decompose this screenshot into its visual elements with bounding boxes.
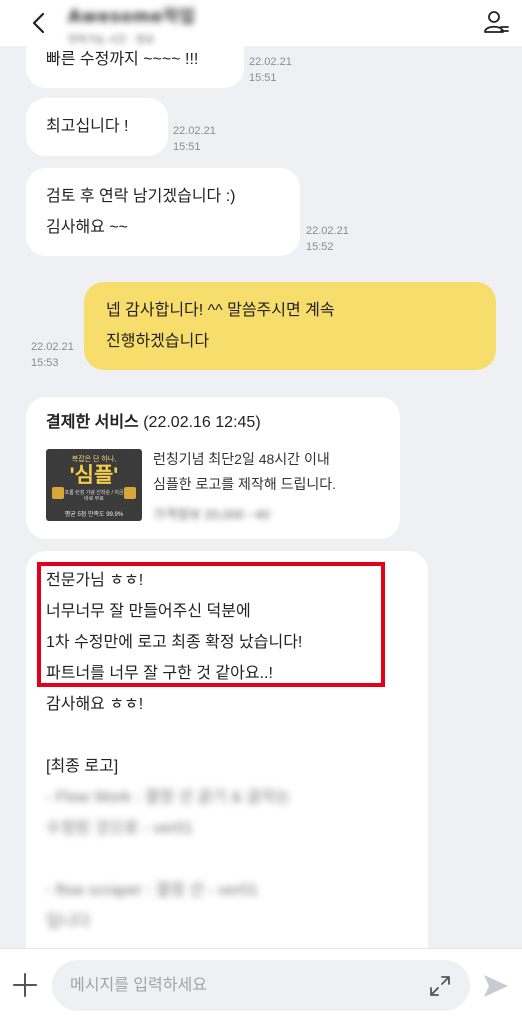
service-description-line: 런칭기념 최단2일 48시간 이내: [153, 451, 330, 467]
message-input[interactable]: [70, 960, 410, 1011]
send-button[interactable]: [481, 971, 511, 1001]
message-date: 22.02.21: [306, 225, 349, 237]
message-text-blurred: - Flow Work : 결정 선 굵기 & 글자는: [46, 789, 291, 806]
message-text: 넵 감사합니다! ^^ 말씀주시면 계속: [106, 302, 335, 319]
message-bubble-received: 최고십니다 !: [26, 98, 168, 156]
message-time: 22.02.21 15:51: [249, 54, 292, 86]
message-time: 22.02.21 15:51: [173, 123, 216, 155]
message-text: [46, 844, 408, 875]
message-text: 김사해요 ~~: [46, 219, 129, 236]
gift-icon: [52, 487, 64, 499]
thumbnail-title: '심플': [69, 464, 119, 487]
message-composer: [0, 948, 522, 1024]
service-card-date: (22.02.16 12:45): [143, 414, 261, 431]
service-description-line: 심플한 로고를 제작해 드립니다.: [153, 476, 336, 492]
service-card[interactable]: 결제한 서비스 (22.02.16 12:45) 복잡은 단 하나, '심플' …: [26, 397, 400, 539]
chevron-left-icon: [32, 12, 45, 34]
message-text-blurred: 입니다: [46, 913, 91, 930]
message-text-blurred: - flow scraper : 결정 선 - ver01: [46, 882, 259, 899]
message-text: [최종 로고]: [46, 758, 119, 775]
plus-icon: [13, 973, 37, 997]
service-price: 가격정보 20,000 ~40: [153, 507, 270, 522]
message-time: 22.02.21 15:52: [306, 223, 349, 255]
message-text: [46, 720, 408, 751]
message-text-blurred: 수정된 것으로 - ver01: [46, 820, 194, 837]
profile-menu-button[interactable]: [480, 6, 512, 38]
chat-header: Awesome작업 연락가능 시간 · 정보: [0, 0, 522, 46]
message-time: 22.02.21 15:53: [31, 339, 74, 371]
service-thumbnail[interactable]: 복잡은 단 하나, '심플' 프롬 런칭 기념 선착순 / 지금 바로 무료 평…: [46, 449, 142, 521]
message-date: 22.02.21: [249, 56, 292, 68]
send-icon: [484, 975, 508, 997]
message-bubble-sent: 넵 감사합니다! ^^ 말씀주시면 계속 진행하겠습니다: [84, 282, 496, 370]
service-description: 런칭기념 최단2일 48시간 이내 심플한 로고를 제작해 드립니다.: [153, 447, 336, 497]
message-clock: 15:53: [31, 357, 59, 369]
message-text: 진행하겠습니다: [106, 333, 210, 350]
chat-partner-info: Awesome작업 연락가능 시간 · 정보: [68, 2, 195, 46]
message-clock: 15:51: [249, 72, 277, 84]
expand-input-button[interactable]: [428, 974, 452, 998]
service-card-title: 결제한 서비스: [46, 414, 139, 431]
service-card-header: 결제한 서비스 (22.02.16 12:45): [46, 407, 380, 438]
thumbnail-mid-text: 프롬 런칭 기념 선착순 / 지금 바로 무료: [64, 490, 124, 502]
message-bubble-received: 빠른 수정까지 ~~~~ !!!: [26, 46, 244, 88]
chat-partner-name: Awesome작업: [68, 7, 196, 27]
thumbnail-rating-text: 평균 5점 만족도 99.9%: [64, 512, 124, 518]
attach-button[interactable]: [11, 971, 39, 999]
gift-icon: [124, 487, 136, 499]
expand-icon: [430, 976, 450, 996]
message-input-wrapper: [52, 960, 470, 1011]
back-button[interactable]: [24, 8, 54, 38]
chat-partner-subtitle: 연락가능 시간 · 정보: [68, 35, 155, 46]
message-clock: 15:51: [173, 141, 201, 153]
message-date: 22.02.21: [173, 125, 216, 137]
highlight-box: [37, 562, 385, 687]
user-menu-icon: [484, 11, 509, 33]
message-text: 최고십니다 !: [46, 118, 129, 135]
message-text: 빠른 수정까지 ~~~~ !!!: [46, 51, 199, 68]
message-text: 검토 후 연락 남기겠습니다 :): [46, 188, 236, 205]
message-text: 감사해요 ㅎㅎ!: [46, 696, 144, 713]
chat-messages[interactable]: 빠른 수정까지 ~~~~ !!! 22.02.21 15:51 최고십니다 ! …: [0, 46, 522, 948]
message-date: 22.02.21: [31, 341, 74, 353]
message-clock: 15:52: [306, 241, 334, 253]
message-bubble-received: 검토 후 연락 남기겠습니다 :) 김사해요 ~~: [26, 168, 300, 256]
